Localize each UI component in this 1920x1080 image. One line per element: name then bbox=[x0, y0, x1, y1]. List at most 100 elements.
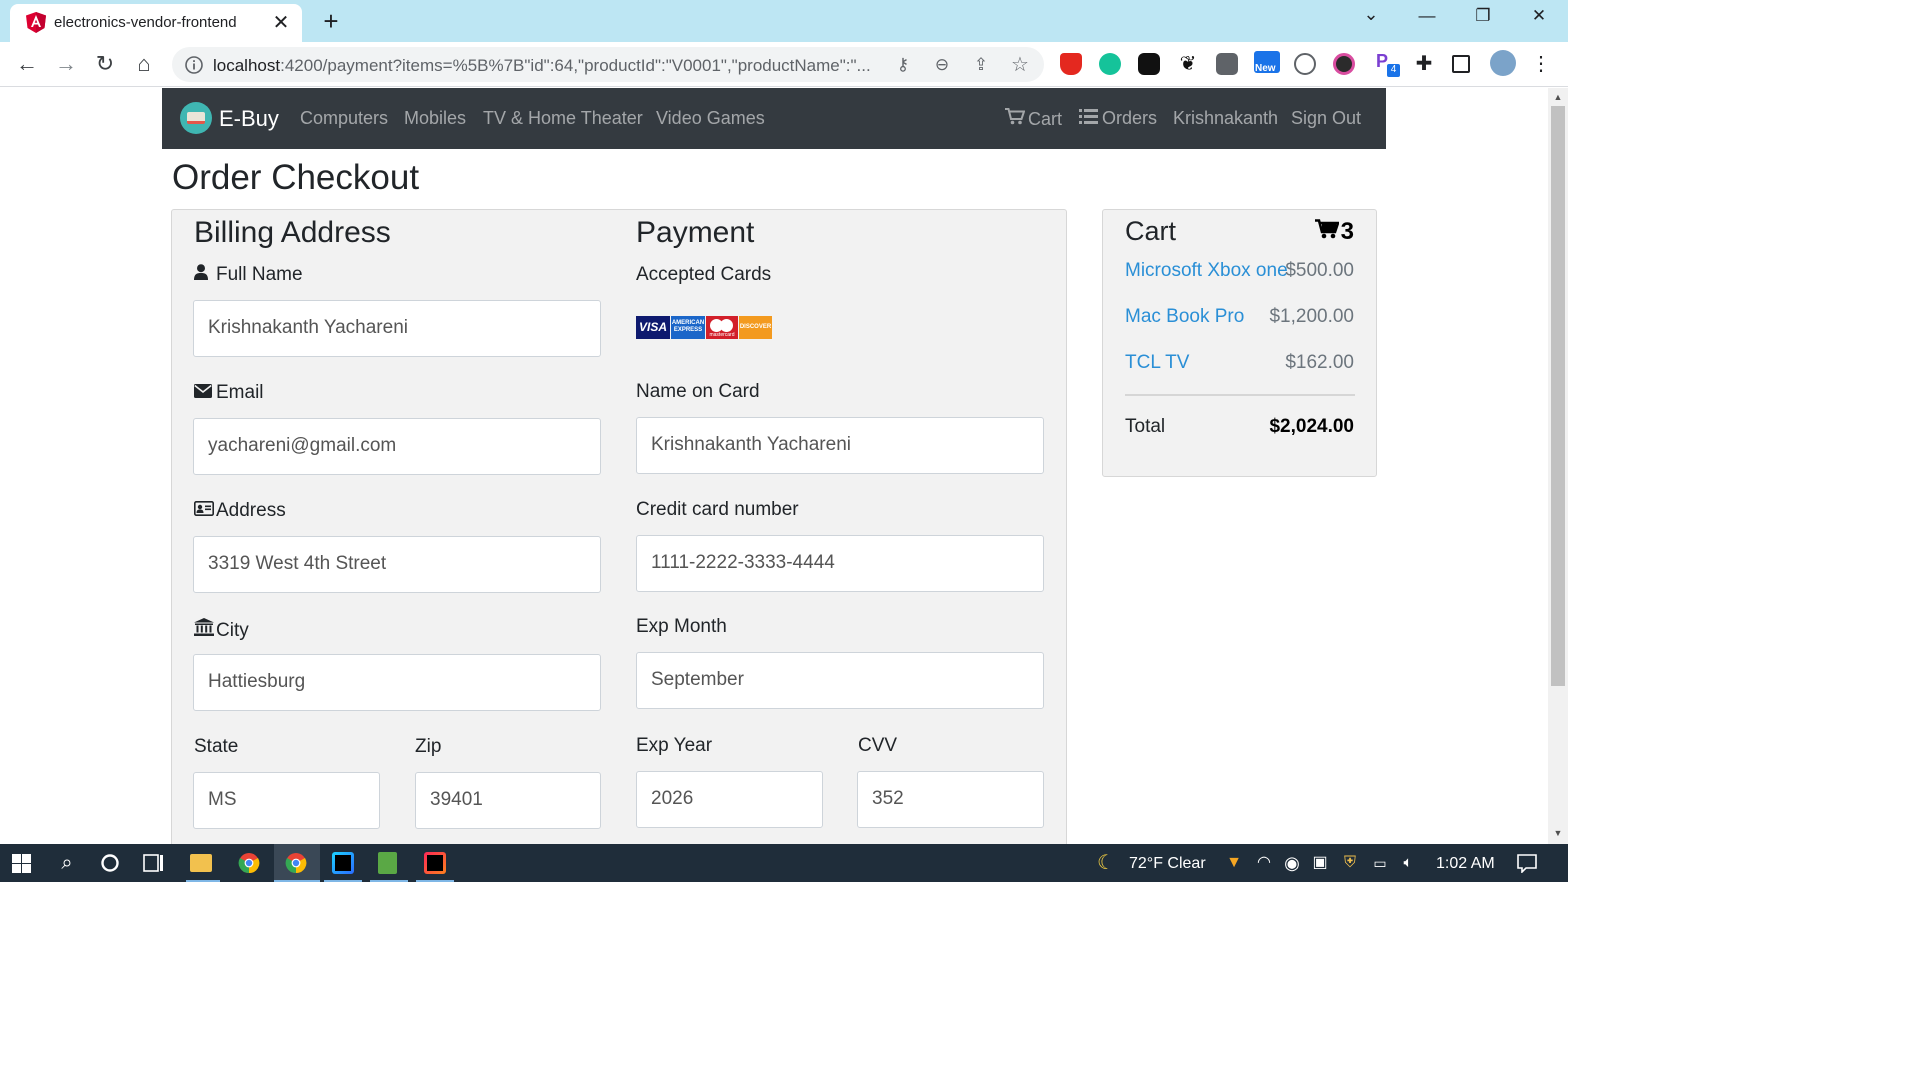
chrome-icon[interactable] bbox=[238, 852, 260, 874]
home-button[interactable]: ⌂ bbox=[130, 50, 158, 78]
exp-year-input[interactable]: 2026 bbox=[636, 771, 823, 828]
leaf-extension-icon[interactable]: ❦ bbox=[1177, 53, 1199, 75]
cart-item-name[interactable]: Microsoft Xbox one bbox=[1125, 260, 1288, 282]
speaker-muted-icon[interactable]: 🔈︎ bbox=[1396, 851, 1420, 875]
intellij-icon[interactable] bbox=[424, 852, 446, 874]
globe-icon[interactable]: ◉ bbox=[1280, 851, 1304, 875]
chrome-menu-icon[interactable]: ⋮ bbox=[1530, 53, 1552, 75]
address-bar[interactable]: localhost:4200/payment?items=%5B%7B"id":… bbox=[172, 47, 1044, 82]
moon-weather-icon[interactable]: ☾ bbox=[1094, 851, 1118, 875]
nav-link-mobiles[interactable]: Mobiles bbox=[404, 108, 466, 129]
nav-user-link[interactable]: Krishnakanth bbox=[1173, 108, 1278, 129]
name-on-card-input[interactable]: Krishnakanth Yachareni bbox=[636, 417, 1044, 474]
cart-item-name[interactable]: Mac Book Pro bbox=[1125, 306, 1244, 328]
card-number-input[interactable]: 1111-2222-3333-4444 bbox=[636, 535, 1044, 592]
mastercard-text: mastercard bbox=[709, 332, 735, 338]
bookmark-star-icon[interactable]: ☆ bbox=[1009, 54, 1031, 76]
cortana-icon[interactable] bbox=[100, 853, 120, 873]
brand-logo-icon[interactable] bbox=[180, 102, 212, 134]
url-path: :4200/payment?items=%5B%7B"id":64,"produ… bbox=[280, 56, 871, 75]
nav-link-computers[interactable]: Computers bbox=[300, 108, 388, 129]
minimize-button[interactable]: — bbox=[1407, 6, 1447, 26]
p-extension-icon[interactable]: P 4 bbox=[1376, 51, 1400, 77]
profile-avatar[interactable] bbox=[1490, 50, 1516, 76]
cart-item-name[interactable]: TCL TV bbox=[1125, 352, 1189, 374]
cvv-input[interactable]: 352 bbox=[857, 771, 1044, 828]
tray-arrow-icon[interactable]: ▼ bbox=[1222, 851, 1246, 875]
tab-close-icon[interactable]: ✕ bbox=[270, 10, 292, 35]
battery-icon[interactable]: ▭ bbox=[1368, 851, 1392, 875]
dark-extension-icon[interactable] bbox=[1138, 53, 1160, 75]
scrollbar-thumb[interactable] bbox=[1551, 106, 1565, 686]
nav-cart-label: Cart bbox=[1028, 109, 1063, 129]
cart-icon bbox=[1005, 108, 1026, 130]
weather-text[interactable]: 72°F Clear bbox=[1129, 855, 1206, 873]
search-icon[interactable]: ⌕ bbox=[55, 851, 79, 875]
institution-icon bbox=[194, 618, 216, 641]
cart-total-value: $2,024.00 bbox=[1269, 416, 1354, 437]
tab-search-icon[interactable]: ⌄ bbox=[1351, 4, 1391, 25]
shield-extension-icon[interactable] bbox=[1060, 53, 1082, 75]
clock-time[interactable]: 1:02 AM bbox=[1436, 855, 1495, 873]
webstorm-icon[interactable] bbox=[332, 852, 354, 874]
notifications-icon[interactable] bbox=[1517, 854, 1537, 873]
restore-button[interactable]: ❐ bbox=[1463, 6, 1503, 26]
file-explorer-icon[interactable] bbox=[190, 854, 212, 872]
nav-cart-link[interactable]: Cart bbox=[1005, 108, 1062, 130]
scroll-up-arrow-icon[interactable]: ▲ bbox=[1553, 92, 1563, 102]
address-card-icon bbox=[194, 501, 216, 521]
tab-title: electronics-vendor-frontend bbox=[54, 14, 237, 31]
reload-button[interactable]: ↻ bbox=[91, 50, 119, 78]
wifi-icon[interactable]: ◠ bbox=[1252, 851, 1276, 875]
nav-orders-link[interactable]: Orders bbox=[1079, 108, 1157, 129]
file-explorer-running-indicator bbox=[186, 880, 220, 882]
zoom-icon[interactable]: ⊖ bbox=[931, 54, 953, 76]
security-shield-icon[interactable]: ⛨ bbox=[1338, 851, 1362, 875]
url-text[interactable]: localhost:4200/payment?items=%5B%7B"id":… bbox=[213, 56, 871, 76]
code-extension-icon[interactable] bbox=[1294, 53, 1316, 75]
exp-month-input[interactable]: September bbox=[636, 652, 1044, 709]
nav-signout-link[interactable]: Sign Out bbox=[1291, 108, 1361, 129]
cart-title: Cart bbox=[1125, 216, 1177, 246]
site-info-icon[interactable] bbox=[184, 55, 204, 75]
task-view-icon[interactable] bbox=[143, 854, 164, 872]
new-extension-icon[interactable]: New bbox=[1254, 51, 1280, 74]
windows-taskbar: ⌕ ☾ 72°F Clear ▼ ◠ ◉ ▣ ⛨ ▭ 🔈︎ 1:02 AM bbox=[0, 844, 1568, 882]
brand-name[interactable]: E-Buy bbox=[219, 106, 279, 132]
chrome-dev-icon[interactable] bbox=[285, 852, 307, 874]
full-name-input[interactable]: Krishnakanth Yachareni bbox=[193, 300, 601, 357]
grammarly-extension-icon[interactable] bbox=[1099, 53, 1121, 75]
browser-tab[interactable]: electronics-vendor-frontend ✕ bbox=[10, 4, 302, 42]
scroll-down-arrow-icon[interactable]: ▼ bbox=[1553, 828, 1563, 838]
side-panel-icon[interactable] bbox=[1452, 55, 1470, 73]
share-icon[interactable]: ⇪ bbox=[970, 54, 992, 76]
angular-logo-icon bbox=[26, 12, 46, 33]
address-input[interactable]: 3319 West 4th Street bbox=[193, 536, 601, 593]
zip-input[interactable]: 39401 bbox=[415, 772, 601, 829]
new-tab-button[interactable]: + bbox=[318, 6, 344, 37]
forward-button[interactable]: → bbox=[52, 50, 80, 78]
name-on-card-label: Name on Card bbox=[636, 381, 760, 402]
page-scrollbar[interactable]: ▲ ▼ bbox=[1548, 88, 1568, 844]
zip-label: Zip bbox=[415, 736, 442, 757]
close-window-button[interactable]: ✕ bbox=[1519, 6, 1559, 26]
cart-divider bbox=[1125, 394, 1355, 396]
tray-app-icon[interactable]: ▣ bbox=[1308, 851, 1332, 875]
city-input[interactable]: Hattiesburg bbox=[193, 654, 601, 711]
nav-link-video-games[interactable]: Video Games bbox=[656, 108, 765, 129]
state-input[interactable]: MS bbox=[193, 772, 380, 829]
email-input[interactable]: yachareni@gmail.com bbox=[193, 418, 601, 475]
webstorm-running-indicator bbox=[324, 880, 362, 882]
city-label: City bbox=[194, 618, 249, 642]
notepad-icon[interactable] bbox=[378, 852, 397, 874]
back-button[interactable]: ← bbox=[13, 50, 41, 78]
windows-start-icon[interactable] bbox=[12, 854, 31, 873]
nav-orders-label: Orders bbox=[1102, 108, 1158, 128]
nav-link-tv-home-theater[interactable]: TV & Home Theater bbox=[483, 108, 643, 129]
color-extension-icon[interactable] bbox=[1333, 53, 1355, 75]
state-label: State bbox=[194, 736, 239, 757]
extensions-puzzle-icon[interactable]: ✚ bbox=[1413, 53, 1435, 75]
box-extension-icon[interactable] bbox=[1216, 53, 1238, 75]
exp-month-label: Exp Month bbox=[636, 616, 727, 637]
key-icon[interactable]: ⚷ bbox=[892, 54, 914, 76]
